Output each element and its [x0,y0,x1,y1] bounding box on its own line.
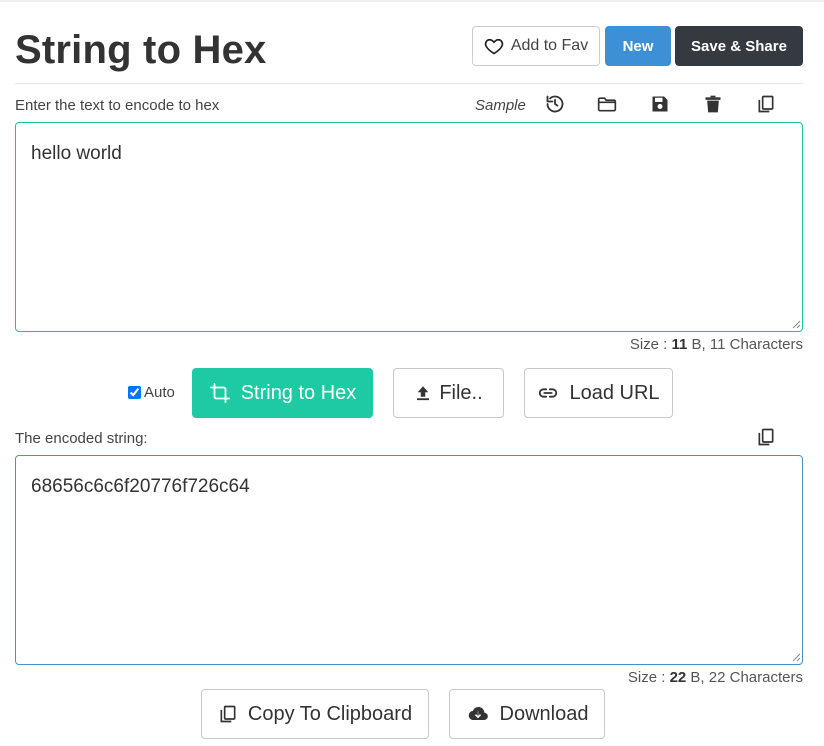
copy-to-clipboard-button[interactable]: Copy To Clipboard [201,689,429,739]
top-divider [0,0,824,2]
input-size-bytes: 11 [671,336,688,353]
string-to-hex-button[interactable]: String to Hex [192,368,373,418]
trash-icon[interactable] [702,93,724,115]
output-size-prefix: Size : [627,669,666,686]
output-textarea[interactable]: 68656c6c6f20776f726c64 [15,455,803,665]
page-title: String to Hex [15,28,267,72]
input-textarea[interactable]: hello world [15,122,803,332]
auto-label: Auto [144,384,175,401]
heart-icon [484,36,504,56]
auto-checkbox[interactable] [128,386,141,399]
resize-handle-icon[interactable] [792,320,801,329]
folder-icon[interactable] [596,93,618,115]
sample-link[interactable]: Sample [475,97,526,114]
crop-icon [209,382,231,404]
output-copy-icon[interactable] [755,426,777,448]
save-share-button[interactable]: Save & Share [675,26,803,66]
upload-icon [414,384,432,402]
input-size-chars: 11 Characters [709,336,803,353]
cloud-download-icon [466,703,490,725]
output-size-unit: B, [690,669,705,686]
input-size-unit: B, [691,336,706,353]
resize-handle-icon[interactable] [792,653,801,662]
load-url-button[interactable]: Load URL [524,368,673,418]
save-icon[interactable] [649,93,671,115]
history-icon[interactable] [544,93,566,115]
output-size-bytes: 22 [669,669,687,686]
input-size-prefix: Size : [629,336,668,353]
header-divider [15,83,803,84]
copy-to-clipboard-label: Copy To Clipboard [247,702,413,725]
clipboard-icon [218,704,238,724]
output-size-info: Size : 22 B, 22 Characters [628,669,803,686]
output-size-chars: 22 Characters [708,669,803,686]
add-to-fav-button[interactable]: Add to Fav [472,26,600,66]
file-label: File.. [439,381,483,404]
download-button[interactable]: Download [449,689,605,739]
auto-toggle[interactable]: Auto [128,384,175,401]
copy-icon[interactable] [755,93,777,115]
string-to-hex-label: String to Hex [240,381,357,404]
download-label: Download [499,702,589,725]
input-label: Enter the text to encode to hex [15,97,220,114]
load-url-label: Load URL [569,381,660,404]
file-button[interactable]: File.. [393,368,504,418]
output-label: The encoded string: [15,430,148,447]
input-size-info: Size : 11 B, 11 Characters [630,336,803,353]
new-button[interactable]: New [605,26,671,66]
link-icon [537,382,559,404]
add-to-fav-label: Add to Fav [510,37,589,54]
